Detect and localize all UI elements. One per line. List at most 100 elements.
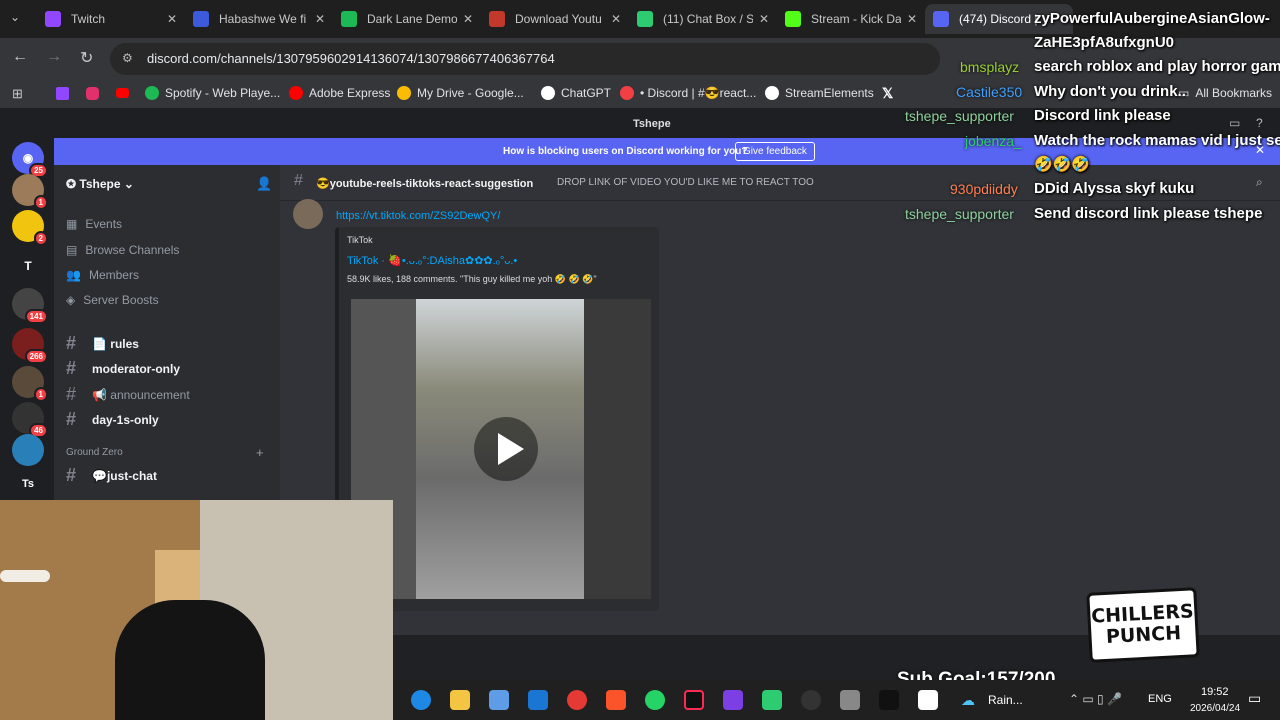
server-icon[interactable]: 266 <box>12 328 48 364</box>
avatar[interactable] <box>293 199 323 229</box>
file-explorer-icon[interactable] <box>450 690 470 710</box>
embed-title[interactable]: TikTok · 🍓•.ᴗ.ₒ°:DAisha✿✿✿.ₒ°ᴗ.• <box>347 254 517 267</box>
app-icon[interactable] <box>840 690 860 710</box>
close-tab-icon[interactable]: ✕ <box>907 12 917 26</box>
tab-label: Twitch <box>71 12 106 26</box>
browse-icon: ▤ <box>66 243 78 257</box>
close-tab-icon[interactable]: ✕ <box>759 12 769 26</box>
tab-search-button[interactable]: ⌄ <box>10 10 20 24</box>
bookmark-icon <box>289 86 303 100</box>
channel-day-1s-only[interactable]: # day-1s-only <box>66 409 159 430</box>
message-link[interactable]: https://vt.tiktok.com/ZS92DewQY/ <box>336 210 500 222</box>
address-bar[interactable]: ⚙ discord.com/channels/13079596029141360… <box>110 43 940 75</box>
apps-icon[interactable]: ⊞ <box>12 86 23 102</box>
obs-icon[interactable] <box>801 690 821 710</box>
browser-tab[interactable]: Habashwe We fi ✕ <box>185 4 331 34</box>
browser-tab[interactable]: Stream - Kick Da ✕ <box>777 4 923 34</box>
youtube-bookmark-icon[interactable] <box>116 88 129 98</box>
clock-time[interactable]: 19:52 <box>1201 686 1229 698</box>
brave-icon[interactable] <box>606 690 626 710</box>
bookmark-item[interactable]: ChatGPT <box>541 86 611 100</box>
weather-text[interactable]: Rain... <box>988 693 1023 707</box>
site-info-icon[interactable]: ⚙ <box>122 51 133 65</box>
server-icon[interactable]: 46 <box>12 402 48 438</box>
nav-browse-channels[interactable]: ▤ Browse Channels <box>66 243 179 257</box>
chat-message: zyPowerfulAubergineAsianGlow- <box>1034 10 1270 27</box>
store-icon[interactable] <box>489 690 509 710</box>
clapper-icon[interactable] <box>723 690 743 710</box>
channel-moderator-only[interactable]: # moderator-only <box>66 358 180 379</box>
server-rail: ◉ 25 1 2 T 141 266 1 46 Ts <box>0 138 54 500</box>
back-icon[interactable]: ← <box>12 48 28 66</box>
close-tab-icon[interactable]: ✕ <box>611 12 621 26</box>
bookmark-item[interactable]: Spotify - Web Playe... <box>145 86 280 100</box>
nav-members[interactable]: 👥 Members <box>66 268 139 282</box>
reload-icon[interactable]: ↻ <box>80 48 93 68</box>
inbox-icon[interactable]: ▭ <box>1229 116 1240 130</box>
forward-icon[interactable]: → <box>46 48 62 66</box>
browser-tab[interactable]: (11) Chat Box / S ✕ <box>629 4 775 34</box>
all-bookmarks[interactable]: ▭ All Bookmarks <box>1178 86 1272 100</box>
server-icon[interactable]: 141 <box>12 288 48 324</box>
nav-server-boosts[interactable]: ◈ Server Boosts <box>66 293 159 307</box>
channel-announcement[interactable]: # 📢 announcement <box>66 384 190 405</box>
search-icon[interactable]: ⌕ <box>1256 175 1263 190</box>
give-feedback-button[interactable]: Give feedback <box>735 142 815 161</box>
tray-icons[interactable]: ⌃ ▭ ▯ 🎤 <box>1069 692 1122 706</box>
server-icon[interactable]: Ts <box>12 468 44 500</box>
outlook-icon[interactable] <box>528 690 548 710</box>
server-icon[interactable]: 2 <box>12 210 48 246</box>
chatbox-icon[interactable] <box>762 690 782 710</box>
chat-username: bmsplayz <box>960 59 1020 75</box>
video-thumbnail[interactable] <box>351 299 651 599</box>
channel-topic[interactable]: DROP LINK OF VIDEO YOU'D LIKE ME TO REAC… <box>557 177 814 188</box>
channel-rules[interactable]: # 📄 rules <box>66 333 139 354</box>
chat-username: 930pdiiddy <box>950 181 1018 197</box>
browser-tab[interactable]: Dark Lane Demo ✕ <box>333 4 479 34</box>
language-indicator[interactable]: ENG <box>1148 693 1172 705</box>
browser-tab[interactable]: Twitch ✕ <box>37 4 183 34</box>
tab-label: (11) Chat Box / S <box>663 12 753 26</box>
capcut-icon[interactable] <box>918 690 938 710</box>
download-icon <box>489 11 505 27</box>
tiktok-icon[interactable] <box>684 690 704 710</box>
twitch-bookmark-icon[interactable] <box>56 87 69 100</box>
channel-just-chat[interactable]: # 💬just-chat <box>66 465 157 486</box>
help-icon[interactable]: ? <box>1256 116 1263 130</box>
bookmark-item[interactable]: Adobe Express <box>289 86 390 100</box>
bookmark-item[interactable]: • Discord | #😎react... <box>620 86 756 100</box>
chrome-icon[interactable] <box>567 690 587 710</box>
bookmark-item[interactable]: My Drive - Google... <box>397 86 524 100</box>
bookmark-item[interactable]: StreamElements <box>765 86 874 100</box>
discord-home-icon[interactable]: ◉ 25 <box>12 142 48 178</box>
close-tab-icon[interactable]: ✕ <box>463 12 473 26</box>
bookmark-icon <box>145 86 159 100</box>
x-bookmark-icon[interactable]: 𝕏 <box>882 85 893 102</box>
weather-icon[interactable]: ☁ <box>961 692 975 709</box>
browser-tab[interactable]: Download Youtu ✕ <box>481 4 627 34</box>
bookmark-label: Adobe Express <box>309 86 391 100</box>
hash-icon: # <box>66 358 77 378</box>
close-tab-icon[interactable]: ✕ <box>315 12 325 26</box>
nav-events[interactable]: ▦ Events <box>66 217 122 231</box>
invite-icon[interactable]: 👤 <box>256 176 272 192</box>
play-button[interactable] <box>474 417 538 481</box>
terminal-icon[interactable] <box>879 690 899 710</box>
add-channel-icon[interactable]: + <box>256 445 264 460</box>
chat-message: search roblox and play horror game <box>1034 58 1280 75</box>
whatsapp-icon[interactable] <box>645 690 665 710</box>
server-header[interactable]: ✪ Tshepe ⌄ <box>66 177 134 191</box>
server-icon[interactable]: 1 <box>12 174 48 210</box>
close-tab-icon[interactable]: ✕ <box>167 12 177 26</box>
notification-icon[interactable]: ▭ <box>1248 690 1261 707</box>
hash-icon: # <box>66 333 77 353</box>
tab-label: Habashwe We fi <box>219 12 307 26</box>
server-icon[interactable]: T <box>12 250 44 282</box>
instagram-bookmark-icon[interactable] <box>86 87 99 100</box>
edge-icon[interactable] <box>411 690 431 710</box>
server-icon[interactable]: 1 <box>12 366 48 402</box>
category-header[interactable]: Ground Zero <box>66 447 123 458</box>
discord-icon <box>933 11 949 27</box>
server-icon[interactable] <box>12 434 44 466</box>
clock-date[interactable]: 2026/04/24 <box>1190 703 1240 714</box>
